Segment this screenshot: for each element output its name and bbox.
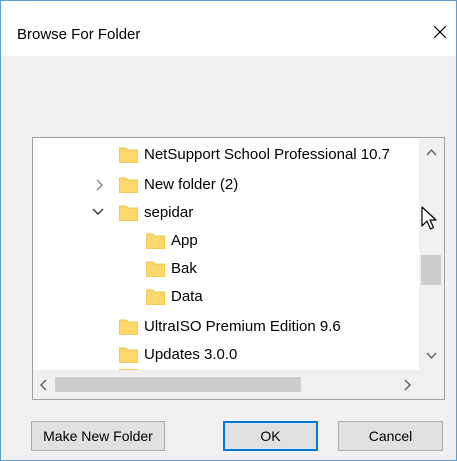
- tree-viewport: NetSupport School Professional 10.7 New …: [33, 138, 418, 370]
- tree-item-bak[interactable]: Bak: [146, 255, 197, 281]
- folder-icon: [119, 347, 138, 363]
- tree-item-label: Updates 3.0.0: [144, 345, 238, 363]
- scrollbar-corner: [419, 370, 444, 399]
- tree-item-label: New folder (2): [144, 175, 239, 193]
- scroll-right-arrow-icon[interactable]: [403, 379, 412, 391]
- cancel-button[interactable]: Cancel: [338, 421, 443, 451]
- vertical-scroll-thumb[interactable]: [421, 255, 441, 285]
- tree-item-label: NetSupport School Professional 10.7: [144, 145, 390, 163]
- horizontal-scroll-thumb[interactable]: [55, 377, 301, 392]
- scroll-up-arrow-icon[interactable]: [425, 148, 438, 157]
- folder-icon: [119, 319, 138, 335]
- make-new-folder-button[interactable]: Make New Folder: [31, 421, 165, 451]
- folder-icon: [146, 233, 165, 249]
- tree-item-data[interactable]: Data: [146, 283, 203, 309]
- tree-item-label: Data: [171, 287, 203, 305]
- collapse-chevron-icon[interactable]: [91, 205, 105, 219]
- scroll-down-arrow-icon[interactable]: [425, 351, 438, 360]
- tree-item-sepidar[interactable]: sepidar: [119, 199, 193, 225]
- ok-button[interactable]: OK: [223, 421, 318, 451]
- folder-icon: [146, 261, 165, 277]
- browse-for-folder-dialog: Browse For Folder NetSupport School Prof…: [0, 0, 457, 461]
- mouse-pointer-icon: [421, 206, 437, 230]
- folder-tree[interactable]: NetSupport School Professional 10.7 New …: [32, 137, 445, 400]
- folder-icon: [119, 177, 138, 193]
- tree-item-updates[interactable]: Updates 3.0.0: [119, 341, 237, 367]
- close-button[interactable]: [429, 21, 453, 45]
- tree-item-label: App: [171, 231, 198, 249]
- tree-item-netsupport[interactable]: NetSupport School Professional 10.7: [119, 141, 390, 167]
- folder-icon: [119, 205, 138, 221]
- scroll-left-arrow-icon[interactable]: [39, 379, 48, 391]
- tree-item-app[interactable]: App: [146, 227, 198, 253]
- tree-item-label: UltraISO Premium Edition 9.6: [144, 317, 341, 335]
- folder-icon: [119, 147, 138, 163]
- folder-icon: [146, 289, 165, 305]
- tree-item-new-folder-2[interactable]: New folder (2): [119, 171, 238, 197]
- title-bar: Browse For Folder: [1, 1, 456, 56]
- tree-item-ultraiso[interactable]: UltraISO Premium Edition 9.6: [119, 313, 341, 339]
- dialog-title: Browse For Folder: [17, 26, 141, 43]
- close-icon: [433, 25, 447, 39]
- tree-item-label: Bak: [171, 259, 197, 277]
- tree-item-label: sepidar: [144, 203, 194, 221]
- expand-chevron-icon[interactable]: [93, 178, 107, 192]
- vertical-scrollbar[interactable]: [419, 138, 444, 370]
- horizontal-scrollbar[interactable]: [33, 370, 419, 399]
